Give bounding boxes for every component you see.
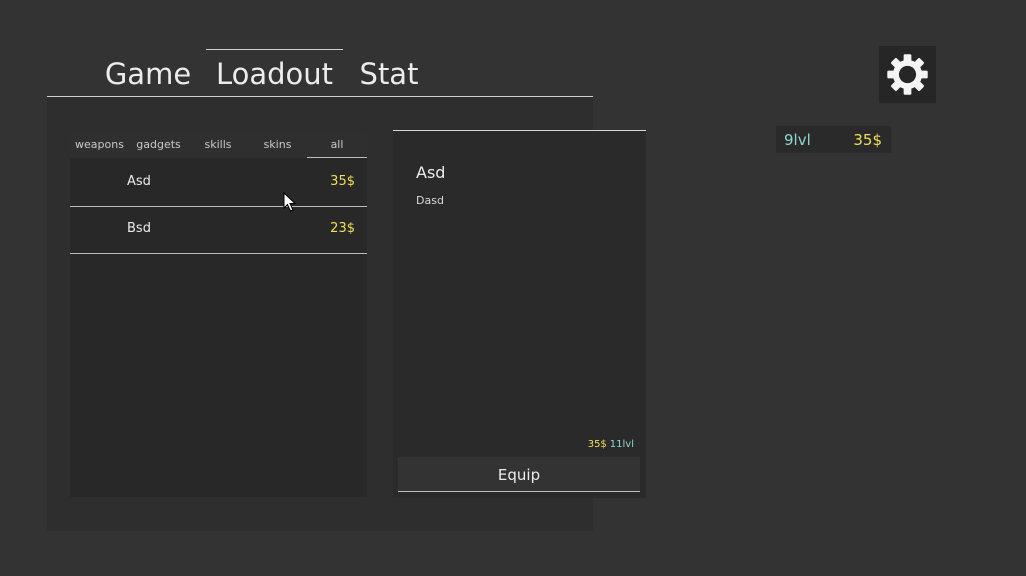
settings-button[interactable] <box>879 46 936 103</box>
detail-price: 35$ <box>587 439 607 450</box>
item-row[interactable]: Bsd 23$ <box>70 206 367 254</box>
item-price: 23$ <box>330 221 355 236</box>
item-name: Asd <box>127 174 151 189</box>
category-tab-skins[interactable]: skins <box>248 130 307 158</box>
item-list-panel: weapons gadgets skills skins all Asd 35$… <box>70 130 367 497</box>
category-tab-bar: weapons gadgets skills skins all <box>70 130 367 158</box>
category-tab-gadgets[interactable]: gadgets <box>129 130 188 158</box>
item-price: 35$ <box>330 174 355 189</box>
category-tab-weapons[interactable]: weapons <box>70 130 129 158</box>
category-tab-skills[interactable]: skills <box>188 130 248 158</box>
detail-level: 11lvl <box>609 439 634 450</box>
player-money: 35$ <box>853 131 882 149</box>
detail-description: Dasd <box>416 194 444 207</box>
item-row[interactable]: Asd 35$ <box>70 159 367 207</box>
player-stats: 9lvl 35$ <box>776 126 891 153</box>
main-tab-bar: Game Loadout Stat <box>47 49 593 97</box>
item-name: Bsd <box>127 221 151 236</box>
detail-title: Asd <box>416 163 446 182</box>
category-tab-all[interactable]: all <box>307 130 367 158</box>
tab-stat[interactable]: Stat <box>350 50 428 96</box>
detail-requirements: 35$ 11lvl <box>588 439 634 450</box>
tab-loadout[interactable]: Loadout <box>206 49 343 96</box>
gear-icon <box>887 54 928 95</box>
tab-game[interactable]: Game <box>97 50 199 96</box>
equip-button[interactable]: Equip <box>398 457 640 492</box>
player-level: 9lvl <box>784 131 811 149</box>
mouse-cursor-icon <box>283 192 297 212</box>
item-detail-panel: Asd Dasd 35$ 11lvl Equip <box>393 130 646 498</box>
